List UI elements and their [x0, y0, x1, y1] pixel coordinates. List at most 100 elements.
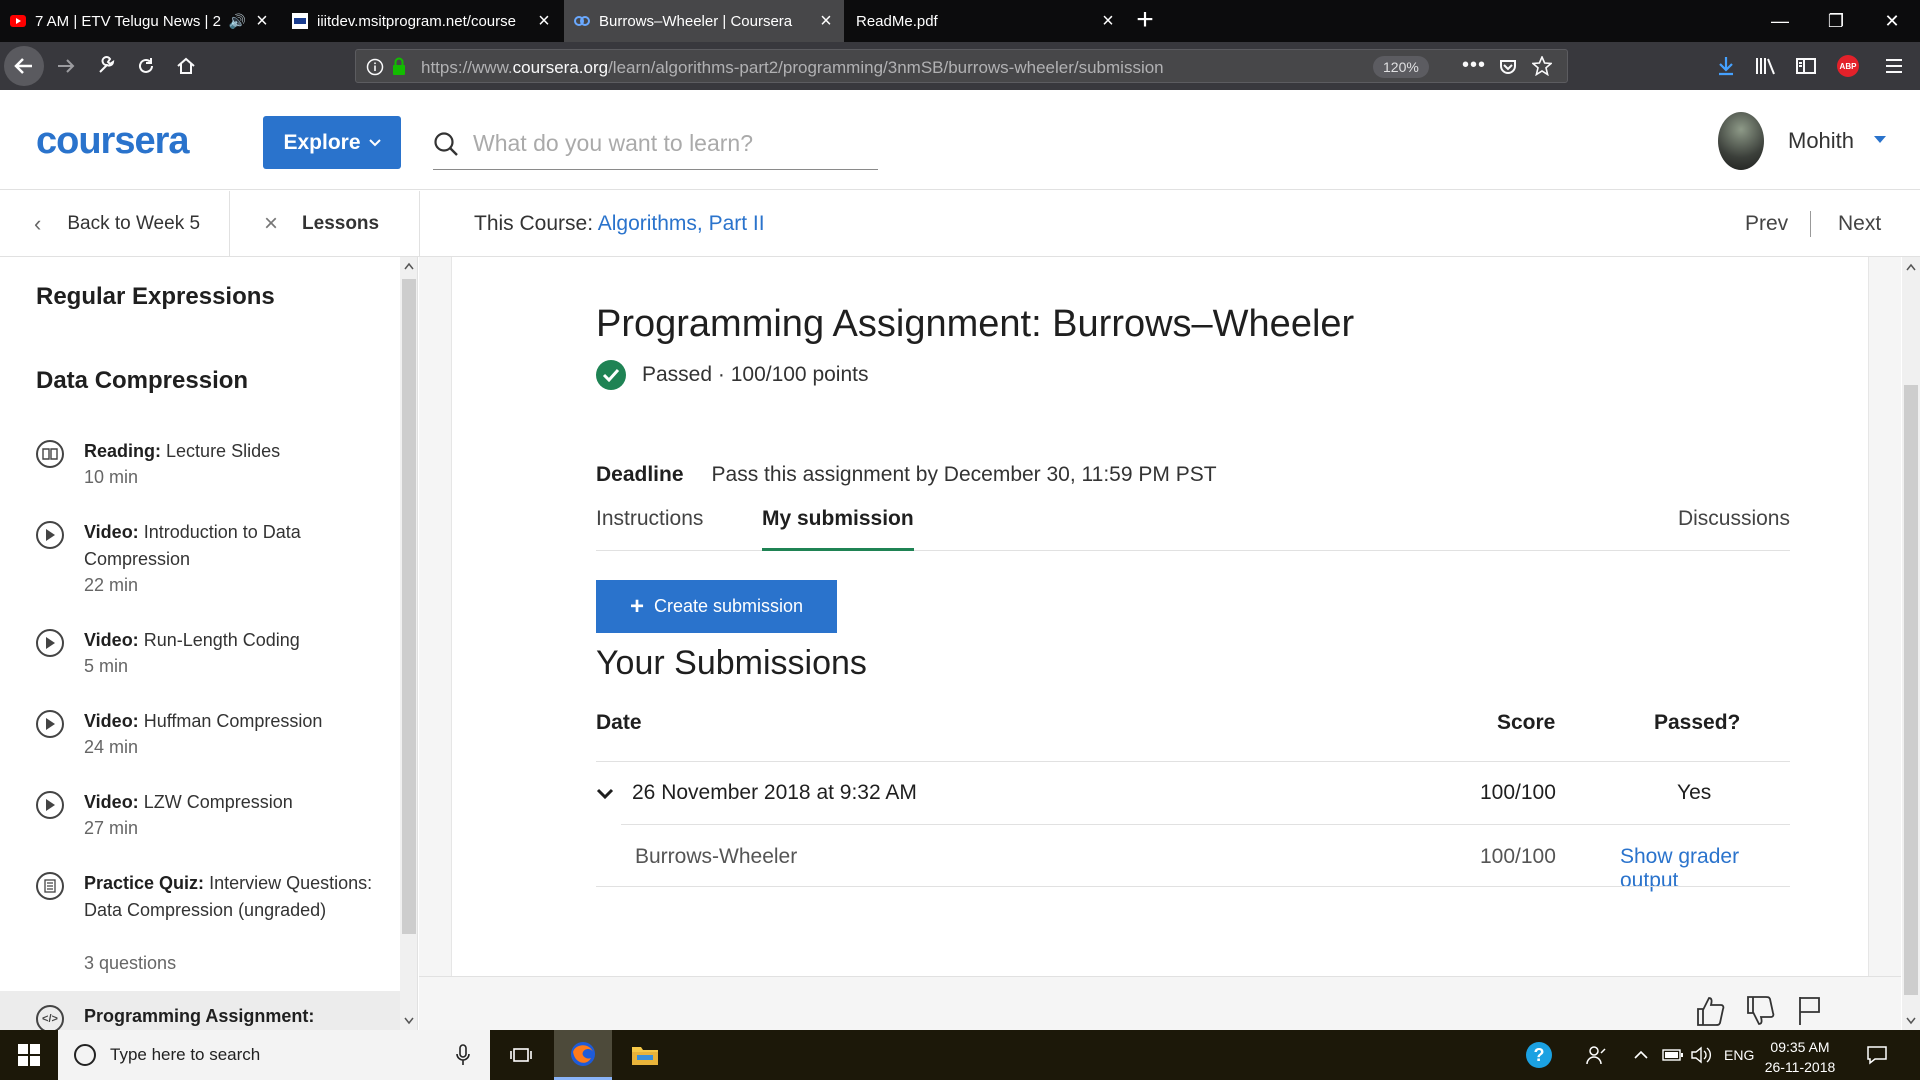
scroll-up-icon[interactable]: [1906, 263, 1916, 271]
next-link[interactable]: Next: [1838, 212, 1881, 236]
search-icon[interactable]: [433, 131, 459, 157]
back-to-week-link[interactable]: ‹ Back to Week 5: [0, 191, 230, 257]
coursera-logo[interactable]: coursera: [36, 120, 190, 163]
code-icon: </>: [36, 1005, 64, 1030]
battery-icon[interactable]: [1662, 1030, 1684, 1080]
search-box: [433, 116, 878, 170]
section-heading[interactable]: Data Compression: [36, 367, 248, 395]
close-tab-icon[interactable]: ×: [818, 11, 834, 31]
home-icon: [177, 57, 195, 74]
adblock-icon[interactable]: ABP: [1834, 52, 1862, 80]
explore-button[interactable]: Explore: [263, 116, 401, 169]
check-circle-icon: [596, 360, 626, 390]
help-icon[interactable]: ?: [1526, 1030, 1552, 1080]
reload-button[interactable]: [132, 52, 160, 80]
file-explorer-taskbar-button[interactable]: [616, 1030, 674, 1080]
zoom-level[interactable]: 120%: [1373, 56, 1429, 78]
clock[interactable]: 09:35 AM 26-11-2018: [1762, 1037, 1838, 1077]
browser-tab-youtube[interactable]: 7 AM | ETV Telugu News | 2 🔊 ×: [0, 0, 280, 42]
wrench-icon[interactable]: [92, 52, 120, 80]
browser-tab-readme[interactable]: ReadMe.pdf ×: [846, 0, 1126, 42]
avatar[interactable]: [1718, 112, 1764, 170]
notifications-icon[interactable]: [1866, 1030, 1888, 1080]
user-menu-caret-icon[interactable]: [1874, 136, 1886, 143]
scroll-down-icon[interactable]: [1906, 1017, 1916, 1025]
scroll-thumb[interactable]: [1904, 385, 1918, 995]
back-button[interactable]: [4, 46, 44, 86]
tab-my-submission[interactable]: My submission: [762, 507, 914, 551]
scroll-up-icon[interactable]: [404, 262, 414, 270]
close-tab-icon[interactable]: ×: [536, 11, 552, 31]
taskbar-search[interactable]: [58, 1030, 490, 1080]
browser-tab-coursera[interactable]: Burrows–Wheeler | Coursera ×: [564, 0, 844, 42]
task-view-button[interactable]: [492, 1030, 550, 1080]
restore-button[interactable]: ❐: [1808, 0, 1864, 42]
thumbs-down-icon[interactable]: [1745, 995, 1775, 1027]
speaker-icon[interactable]: 🔊: [229, 13, 246, 30]
scroll-down-icon[interactable]: [404, 1017, 414, 1025]
new-tab-button[interactable]: +: [1130, 5, 1160, 36]
page-title: Programming Assignment: Burrows–Wheeler: [596, 303, 1355, 345]
create-label: Create submission: [653, 596, 804, 616]
address-bar[interactable]: https://www.coursera.org/learn/algorithm…: [355, 49, 1568, 83]
task-view-icon: [510, 1048, 532, 1062]
firefox-taskbar-button[interactable]: [554, 1030, 612, 1080]
start-button[interactable]: [0, 1030, 58, 1080]
folder-icon: [632, 1047, 658, 1065]
people-icon[interactable]: [1586, 1030, 1606, 1080]
table-row[interactable]: 26 November 2018 at 9:32 AM 100/100 Yes: [596, 761, 1790, 824]
chevron-down-icon[interactable]: [596, 788, 614, 800]
column-header-score: Score: [1497, 711, 1556, 734]
volume-icon[interactable]: [1690, 1030, 1712, 1080]
taskbar-search-input[interactable]: [110, 1045, 440, 1065]
lessons-toggle[interactable]: × Lessons: [230, 191, 420, 257]
clock-time: 09:35 AM: [1770, 1039, 1830, 1055]
sidebar-item-current[interactable]: </> Programming Assignment:: [0, 991, 400, 1030]
library-icon[interactable]: [1752, 52, 1780, 80]
page-actions-icon[interactable]: •••: [1462, 54, 1486, 77]
sidebar-scrollbar[interactable]: [400, 257, 417, 1030]
tab-discussions[interactable]: Discussions: [1678, 507, 1790, 551]
forward-button[interactable]: [52, 52, 80, 80]
thumbs-up-icon[interactable]: [1695, 995, 1725, 1027]
item-title: Programming Assignment:: [84, 1006, 315, 1026]
feedback-divider: [419, 976, 1901, 977]
close-tab-icon[interactable]: ×: [1100, 11, 1116, 31]
microphone-icon[interactable]: [456, 1044, 470, 1066]
part-score: 100/100: [1480, 845, 1556, 868]
language-indicator[interactable]: ENG: [1724, 1030, 1754, 1080]
info-icon[interactable]: [366, 58, 384, 76]
browser-tab-msit[interactable]: iiitdev.msitprogram.net/course ×: [282, 0, 562, 42]
item-duration: 5 min: [84, 656, 129, 676]
close-tab-icon[interactable]: ×: [254, 11, 270, 31]
lock-icon[interactable]: [391, 57, 407, 77]
home-button[interactable]: [172, 52, 200, 80]
flag-icon[interactable]: [1795, 995, 1825, 1027]
prev-link[interactable]: Prev: [1745, 212, 1788, 236]
course-link[interactable]: Algorithms, Part II: [598, 212, 765, 235]
deadline-label: Deadline: [596, 463, 684, 486]
column-header-passed: Passed?: [1654, 711, 1741, 734]
close-window-button[interactable]: ✕: [1864, 0, 1920, 42]
page-scrollbar[interactable]: [1902, 257, 1920, 1030]
menu-icon[interactable]: [1880, 52, 1908, 80]
tab-instructions[interactable]: Instructions: [596, 507, 703, 551]
arrow-right-icon: [58, 59, 75, 73]
tab-title: ReadMe.pdf: [856, 12, 938, 30]
chevron-up-icon[interactable]: [1634, 1030, 1648, 1080]
divider: [596, 886, 1790, 887]
download-icon[interactable]: [1712, 52, 1740, 80]
this-course: This Course: Algorithms, Part II: [474, 212, 765, 236]
user-name[interactable]: Mohith: [1788, 128, 1854, 154]
browser-tab-strip: 7 AM | ETV Telugu News | 2 🔊 × iiitdev.m…: [0, 0, 1920, 42]
create-submission-button[interactable]: + Create submission: [596, 580, 837, 633]
section-heading[interactable]: Regular Expressions: [36, 283, 275, 311]
scroll-thumb[interactable]: [402, 279, 416, 934]
bookmark-star-icon[interactable]: [1532, 56, 1552, 76]
search-input[interactable]: [473, 124, 873, 162]
pocket-icon[interactable]: [1498, 57, 1518, 77]
tab-title: Burrows–Wheeler | Coursera: [599, 12, 793, 30]
play-icon: [36, 521, 64, 549]
minimize-button[interactable]: —: [1752, 0, 1808, 42]
sidebar-icon[interactable]: [1792, 52, 1820, 80]
